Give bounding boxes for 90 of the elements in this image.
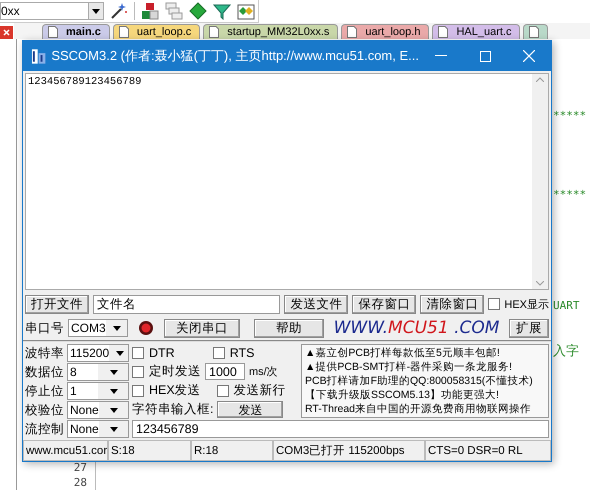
checkbox-label: HEX显示	[504, 298, 549, 312]
received-text: 123456789123456789	[27, 75, 142, 90]
wand-icon[interactable]	[110, 2, 128, 20]
send-file-button[interactable]: 发送文件	[284, 294, 348, 314]
ad-text[interactable]: RT-Thread来自中国的开源免费商用物联网操作	[305, 402, 545, 416]
file-tab[interactable]: uart_loop.h	[341, 24, 430, 39]
caret-icon	[116, 350, 124, 356]
checkbox-label: DTR	[149, 346, 175, 360]
save-window-button[interactable]: 保存窗口	[352, 294, 416, 314]
file-name-field[interactable]: 文件名	[93, 294, 280, 314]
scrollbar[interactable]	[532, 74, 548, 289]
file-tab[interactable]	[523, 24, 548, 39]
close-icon[interactable]	[0, 26, 13, 39]
setting-label: 流控制	[25, 420, 65, 438]
code-text: *****	[553, 109, 588, 122]
ad-text[interactable]: 【下载升级版SSCOM5.13】功能更强大!	[305, 388, 545, 402]
setting-select[interactable]: 1	[67, 382, 129, 400]
file-icon	[438, 26, 448, 38]
funnel-icon[interactable]	[213, 2, 231, 20]
maximize-icon	[480, 50, 490, 62]
file-tab[interactable]: main.c	[42, 24, 110, 39]
expand-button[interactable]: 扩展	[509, 318, 549, 338]
setting-label: 波特率	[25, 344, 65, 362]
send-button[interactable]: 发送	[217, 401, 284, 418]
checkbox-label: 发送新行	[234, 382, 286, 399]
caret-icon	[110, 370, 118, 374]
window-title: SSCOM3.2 (作者:聂小猛(丁丁), 主页http://www.mcu51.com, E...	[50, 47, 419, 65]
app-icon	[31, 47, 46, 65]
checkbox[interactable]	[132, 384, 144, 396]
receive-area[interactable]: 123456789123456789	[25, 73, 549, 290]
blocks-icon[interactable]	[141, 2, 159, 20]
caret-icon	[113, 326, 122, 330]
line-number: 27	[74, 460, 87, 475]
help-button[interactable]: 帮助	[254, 318, 324, 338]
line-number: 28	[74, 475, 87, 490]
input-label: 字符串输入框:	[132, 401, 214, 418]
unit-label: ms/次	[249, 365, 278, 379]
caret-icon	[110, 388, 118, 394]
file-icon	[48, 26, 58, 38]
close-icon	[523, 50, 535, 62]
ad-text[interactable]: PCB打样请加F助理的QQ:800058315(不懂技术)	[305, 374, 545, 388]
file-icon	[118, 26, 129, 38]
port-select[interactable]: COM3	[68, 319, 128, 337]
setting-select[interactable]: 115200	[67, 344, 129, 362]
checkbox-label: 定时发送	[149, 363, 201, 380]
ad-text[interactable]: ▲嘉立创PCB打样每款低至5元顺丰包邮!	[305, 346, 545, 360]
checkbox-label: RTS	[230, 346, 254, 360]
code-text: UART	[553, 299, 580, 312]
setting-label: 校验位	[25, 402, 65, 418]
port-label: 串口号	[25, 320, 64, 336]
file-tab[interactable]: HAL_uart.c	[432, 24, 520, 39]
setting-select[interactable]: None	[67, 401, 129, 419]
checkbox[interactable]	[488, 298, 500, 310]
file-tab[interactable]: uart_loop.c	[112, 24, 200, 39]
file-icon	[529, 26, 540, 38]
open-file-button[interactable]: 打开文件	[25, 294, 89, 314]
setting-select[interactable]: None	[67, 420, 129, 438]
send-text-field[interactable]: 123456789	[132, 420, 549, 438]
setting-label: 数据位	[25, 364, 65, 380]
interval-field[interactable]: 1000	[205, 363, 245, 380]
device-combo[interactable]: 0xx	[0, 2, 88, 20]
file-icon	[347, 26, 358, 38]
status-text: S:18	[108, 441, 191, 461]
website-logo: WWW.MCU51 .COM	[334, 318, 500, 338]
status-text: R:18	[191, 441, 273, 461]
diamond-icon[interactable]	[189, 2, 207, 20]
dropdown-button[interactable]	[88, 2, 104, 20]
caret-icon	[92, 8, 100, 14]
checkbox[interactable]	[216, 384, 229, 396]
status-text: www.mcu51.cor	[23, 441, 108, 461]
clear-window-button[interactable]: 清除窗口	[420, 294, 484, 314]
file-icon	[209, 26, 220, 38]
setting-label: 停止位	[25, 382, 65, 400]
file-tab[interactable]: startup_MM32L0xx.s	[203, 24, 338, 39]
checkbox[interactable]	[212, 346, 225, 358]
status-text: CTS=0 DSR=0 RL	[425, 441, 551, 461]
code-text: *****	[553, 188, 588, 201]
setting-select[interactable]: 8	[67, 363, 129, 381]
diamonds-icon[interactable]	[237, 2, 255, 20]
status-text: COM3已打开 115200bps	[273, 441, 425, 461]
close-port-button[interactable]: 关闭串口	[164, 318, 240, 338]
minimize-icon	[435, 55, 447, 57]
caret-icon	[110, 426, 118, 432]
ad-text[interactable]: ▲提供PCB-SMT打样-器件采购一条龙服务!	[305, 360, 545, 374]
caret-icon	[110, 408, 118, 412]
code-text: 入字	[553, 343, 580, 360]
checkbox[interactable]	[132, 366, 144, 378]
checkbox-label: HEX发送	[149, 382, 201, 399]
stacked-windows-icon[interactable]	[165, 2, 183, 20]
checkbox[interactable]	[132, 346, 144, 358]
